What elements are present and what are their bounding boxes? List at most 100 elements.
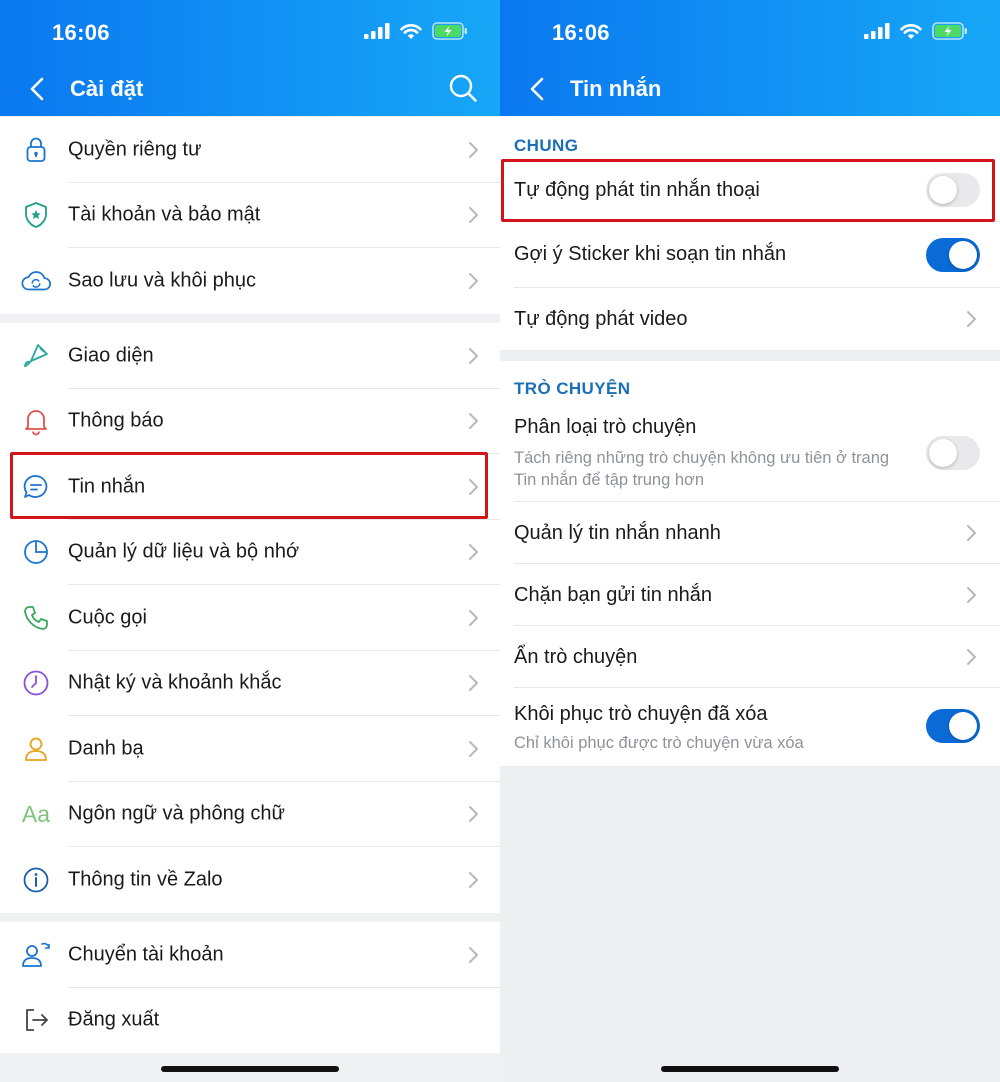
settings-screen: 16:06 Cài đặt Quyền riêng tư Tài khoản v… (0, 0, 500, 1082)
settings-item-about[interactable]: Thông tin về Zalo (0, 847, 500, 913)
settings-item-data-storage[interactable]: Quản lý dữ liệu và bộ nhớ (0, 520, 500, 585)
back-arrow-icon[interactable] (524, 74, 552, 104)
setting-block-messages[interactable]: Chặn bạn gửi tin nhắn (500, 564, 1000, 626)
settings-item-language[interactable]: Aa Ngôn ngữ và phông chữ (0, 782, 500, 847)
settings-item-label: Sao lưu và khôi phục (68, 269, 256, 292)
status-time: 16:06 (52, 20, 110, 45)
search-icon[interactable] (448, 73, 478, 103)
wifi-icon (400, 23, 422, 39)
home-indicator (161, 1066, 339, 1072)
pie-chart-icon (20, 536, 52, 568)
status-icons (864, 22, 968, 40)
phone-icon (20, 602, 52, 634)
settings-item-label: Quyền riêng tư (68, 138, 202, 161)
setting-restore-deleted[interactable]: Khôi phục trò chuyện đã xóa Chỉ khôi phụ… (500, 688, 1000, 766)
settings-item-label: Ngôn ngữ và phông chữ (68, 802, 285, 825)
setting-auto-play-video[interactable]: Tự động phát video (500, 288, 1000, 350)
section-chat: TRÒ CHUYỆN Phân loại trò chuyện Tách riê… (500, 361, 1000, 766)
back-arrow-icon[interactable] (24, 74, 52, 104)
settings-item-label: Thông báo (68, 409, 164, 432)
setting-label: Gợi ý Sticker khi soạn tin nhắn (514, 243, 787, 265)
clock-icon (20, 667, 52, 699)
toggle-knob (929, 439, 957, 467)
setting-label: Quản lý tin nhắn nhanh (514, 522, 721, 544)
shield-icon (20, 199, 52, 231)
settings-group-account: Chuyển tài khoản Đăng xuất (0, 922, 500, 1053)
setting-sticker-suggest[interactable]: Gợi ý Sticker khi soạn tin nhắn (500, 222, 1000, 288)
messages-header: 16:06 Tin nhắn (500, 0, 1000, 116)
chevron-right-icon (469, 544, 478, 561)
section-title-general: CHUNG (514, 136, 579, 155)
contact-icon (20, 733, 52, 765)
setting-label: Phân loại trò chuyện (514, 416, 697, 438)
settings-item-label: Quản lý dữ liệu và bộ nhớ (68, 540, 300, 563)
chevron-right-icon (967, 525, 976, 541)
settings-item-privacy[interactable]: Quyền riêng tư (0, 117, 500, 183)
settings-item-label: Đăng xuất (68, 1008, 160, 1031)
info-icon (20, 864, 52, 896)
switch-account-icon (20, 939, 52, 971)
chevron-right-icon (469, 207, 478, 224)
setting-description: Tách riêng những trò chuyện không ưu tiê… (514, 449, 890, 489)
settings-item-notifications[interactable]: Thông báo (0, 389, 500, 454)
settings-item-switch-account[interactable]: Chuyển tài khoản (0, 922, 500, 988)
wifi-icon (900, 23, 922, 39)
status-time: 16:06 (552, 20, 610, 45)
chevron-right-icon (967, 649, 976, 665)
chevron-right-icon (469, 871, 478, 888)
chevron-right-icon (469, 946, 478, 963)
chevron-right-icon (469, 806, 478, 823)
signal-icon (364, 23, 390, 39)
setting-hide-chat[interactable]: Ẩn trò chuyện (500, 626, 1000, 688)
highlight-box (501, 159, 995, 222)
chevron-right-icon (469, 141, 478, 158)
settings-item-calls[interactable]: Cuộc gọi (0, 585, 500, 651)
messages-settings-screen: 16:06 Tin nhắn CHUNG Tự động phát tin nh… (500, 0, 1000, 1082)
classify-chats-toggle[interactable] (926, 436, 980, 470)
chevron-right-icon (469, 675, 478, 692)
setting-label: Chặn bạn gửi tin nhắn (514, 584, 712, 606)
settings-item-label: Nhật ký và khoảnh khắc (68, 671, 282, 694)
page-title: Tin nhắn (570, 76, 662, 101)
settings-item-appearance[interactable]: Giao diện (0, 323, 500, 389)
signal-icon (864, 23, 890, 39)
section-general: CHUNG Tự động phát tin nhắn thoại Gợi ý … (500, 116, 1000, 350)
setting-label: Khôi phục trò chuyện đã xóa (514, 703, 768, 725)
restore-deleted-toggle[interactable] (926, 709, 980, 743)
highlight-box (10, 452, 488, 519)
setting-quick-messages[interactable]: Quản lý tin nhắn nhanh (500, 502, 1000, 564)
font-aa-icon: Aa (21, 800, 51, 827)
settings-item-logout[interactable]: Đăng xuất (0, 988, 500, 1054)
logout-icon (20, 1004, 52, 1036)
home-indicator (661, 1066, 839, 1072)
chevron-right-icon (469, 740, 478, 757)
setting-label: Tự động phát video (514, 308, 688, 330)
settings-group-privacy: Quyền riêng tư Tài khoản và bảo mật Sao … (0, 117, 500, 314)
settings-item-diary[interactable]: Nhật ký và khoảnh khắc (0, 651, 500, 716)
chevron-right-icon (967, 311, 976, 327)
settings-item-label: Giao diện (68, 344, 154, 367)
settings-item-contacts[interactable]: Danh bạ (0, 716, 500, 782)
settings-item-label: Cuộc gọi (68, 606, 147, 629)
chevron-right-icon (967, 587, 976, 603)
settings-item-label: Danh bạ (68, 737, 144, 760)
section-title-chat: TRÒ CHUYỆN (514, 379, 631, 398)
settings-item-label: Chuyển tài khoản (68, 943, 224, 966)
setting-description: Chỉ khôi phục được trò chuyện vừa xóa (514, 734, 804, 752)
chevron-right-icon (469, 609, 478, 626)
page-title: Cài đặt (70, 76, 144, 101)
settings-item-label: Tài khoản và bảo mật (68, 203, 261, 226)
lock-icon (20, 134, 52, 166)
settings-item-backup[interactable]: Sao lưu và khôi phục (0, 248, 500, 314)
toggle-knob (949, 712, 977, 740)
paint-brush-icon (20, 340, 52, 372)
settings-header: 16:06 Cài đặt (0, 0, 500, 116)
setting-classify-chats[interactable]: Phân loại trò chuyện Tách riêng những tr… (500, 407, 1000, 502)
battery-charging-icon (432, 22, 467, 40)
cloud-sync-icon (20, 265, 52, 297)
battery-charging-icon (932, 22, 967, 40)
chevron-right-icon (469, 347, 478, 364)
settings-item-account-security[interactable]: Tài khoản và bảo mật (0, 183, 500, 248)
chevron-right-icon (469, 413, 478, 430)
sticker-suggest-toggle[interactable] (926, 238, 980, 272)
